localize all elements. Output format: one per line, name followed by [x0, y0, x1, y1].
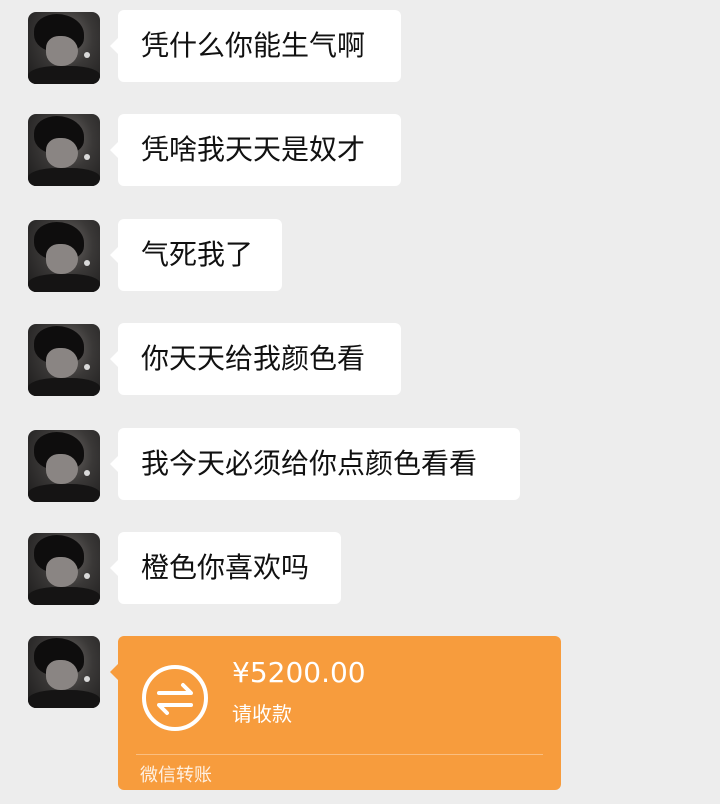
divider: [136, 754, 543, 755]
avatar[interactable]: [28, 636, 100, 708]
avatar[interactable]: [28, 533, 100, 605]
avatar[interactable]: [28, 12, 100, 84]
avatar[interactable]: [28, 220, 100, 292]
message-bubble[interactable]: 我今天必须给你点颜色看看: [110, 428, 520, 500]
transfer-card[interactable]: ¥5200.00 请收款 微信转账: [110, 636, 561, 790]
avatar[interactable]: [28, 114, 100, 186]
message-bubble[interactable]: 橙色你喜欢吗: [110, 532, 341, 604]
transfer-footer-label: 微信转账: [140, 765, 212, 786]
transfer-amount: ¥5200.00: [232, 656, 366, 689]
message-bubble[interactable]: 你天天给我颜色看: [110, 323, 401, 395]
message-bubble[interactable]: 凭什么你能生气啊: [110, 10, 401, 82]
transfer-status: 请收款: [232, 702, 292, 726]
message-bubble[interactable]: 凭啥我天天是奴才: [110, 114, 401, 186]
avatar[interactable]: [28, 324, 100, 396]
transfer-arrows-icon: [142, 665, 208, 731]
avatar[interactable]: [28, 430, 100, 502]
message-bubble[interactable]: 气死我了: [110, 219, 282, 291]
